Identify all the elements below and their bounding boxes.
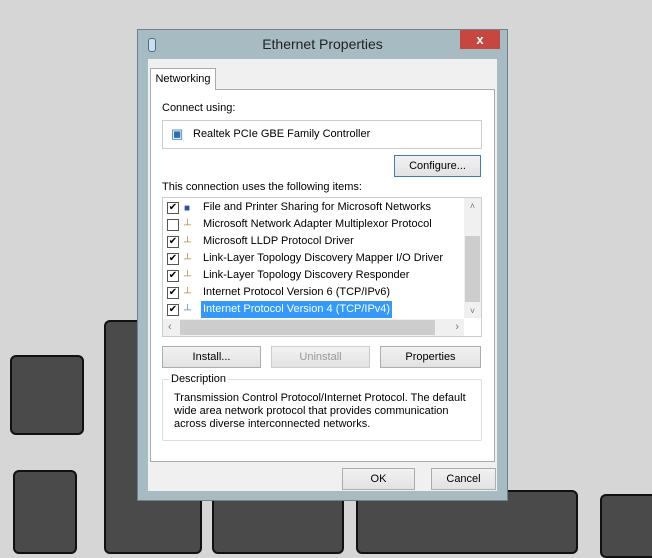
item-label: Link-Layer Topology Discovery Mapper I/O… [203,252,444,264]
item-label: File and Printer Sharing for Microsoft N… [203,201,432,213]
item-checkbox[interactable]: ✔ [167,202,179,214]
tab-networking[interactable]: Networking [150,68,216,90]
cancel-button[interactable]: Cancel [431,468,496,490]
horizontal-scrollbar[interactable]: ‹ › [163,319,464,336]
background-shape [600,494,652,558]
description-text: Transmission Control Protocol/Internet P… [174,392,466,430]
scroll-down-icon[interactable]: ˅ [464,306,481,316]
window-title: Ethernet Properties [262,36,383,52]
properties-button[interactable]: Properties [380,346,481,368]
protocol-icon: ┴ [184,254,192,265]
uninstall-button[interactable]: Uninstall [271,346,370,368]
scroll-right-icon[interactable]: › [455,321,459,333]
item-checkbox[interactable]: ✔ [167,287,179,299]
vertical-scrollbar[interactable]: ˄ ˅ [464,198,481,318]
ok-button[interactable]: OK [342,468,415,490]
connect-using-label: Connect using: [162,102,236,114]
adapter-box: ▣ Realtek PCIe GBE Family Controller [162,120,482,149]
item-checkbox[interactable]: ✔ [167,253,179,265]
items-list[interactable]: ✔ ■ File and Printer Sharing for Microso… [162,197,482,337]
item-checkbox[interactable]: ✔ [167,236,179,248]
item-label: Microsoft LLDP Protocol Driver [203,235,354,247]
description-group: Description Transmission Control Protoco… [162,373,482,441]
item-label: Link-Layer Topology Discovery Responder [203,269,410,281]
description-label: Description [169,373,229,385]
file-sharing-icon: ■ [184,203,191,214]
adapter-name: Realtek PCIe GBE Family Controller [193,128,371,140]
protocol-icon: ┴ [184,271,192,282]
scroll-up-icon[interactable]: ˄ [464,201,481,211]
item-label: Internet Protocol Version 6 (TCP/IPv6) [203,286,391,298]
close-button[interactable]: x [460,30,500,49]
protocol-icon: ┴ [184,220,192,231]
protocol-icon: ┴ [184,305,192,316]
ethernet-properties-dialog: Ethernet Properties x Networking Connect… [137,29,508,501]
items-label: This connection uses the following items… [162,181,362,193]
configure-button[interactable]: Configure... [394,155,481,177]
background-shape [13,470,77,554]
background-shape [10,355,84,435]
item-checkbox[interactable] [167,219,179,231]
item-checkbox[interactable]: ✔ [167,270,179,282]
protocol-icon: ┴ [184,237,192,248]
item-checkbox[interactable]: ✔ [167,304,179,316]
item-label: Microsoft Network Adapter Multiplexor Pr… [203,218,432,230]
networking-panel: Connect using: ▣ Realtek PCIe GBE Family… [150,89,495,462]
network-adapter-icon: ▣ [171,126,184,141]
protocol-icon: ┴ [184,288,192,299]
scroll-left-icon[interactable]: ‹ [168,321,172,333]
scroll-thumb[interactable] [465,236,480,302]
install-button[interactable]: Install... [162,346,261,368]
item-label: Internet Protocol Version 4 (TCP/IPv4) [201,301,393,318]
scroll-thumb[interactable] [180,320,435,335]
